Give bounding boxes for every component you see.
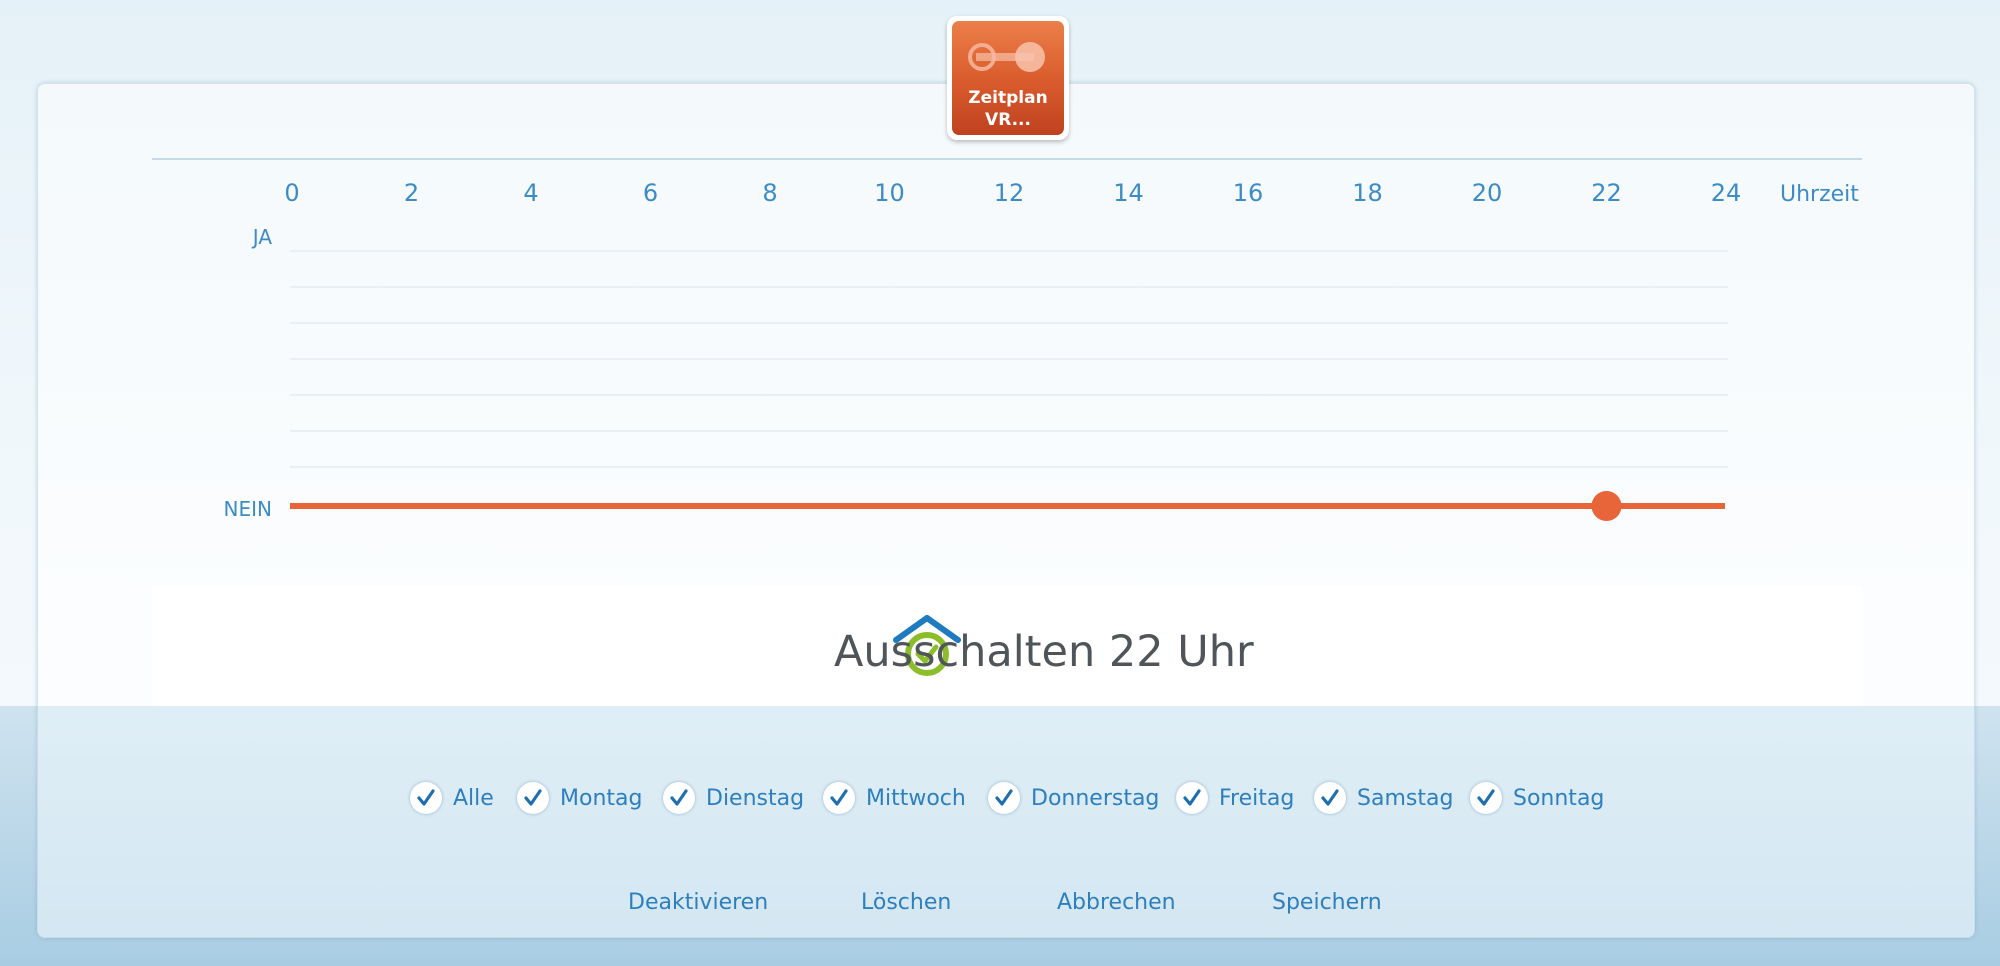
- checkbox-montag[interactable]: Montag: [517, 780, 642, 816]
- checkbox-montag-label: Montag: [560, 785, 643, 811]
- checkbox-samstag-label: Samstag: [1357, 785, 1454, 811]
- summary-text-value: Ausschalten 22 Uhr: [834, 627, 1254, 677]
- schedule-summary: Ausschalten 22 Uhr: [152, 586, 1862, 706]
- checkbox-mittwoch-label: Mittwoch: [866, 785, 966, 811]
- checkbox-sonntag-label: Sonntag: [1513, 785, 1605, 811]
- x-axis-tick-24: 24: [1711, 179, 1742, 207]
- checkbox-dienstag[interactable]: Dienstag: [663, 780, 804, 816]
- checkbox-alle-label: Alle: [453, 785, 494, 811]
- x-axis-tick-20: 20: [1472, 179, 1503, 207]
- deactivate-button[interactable]: Deaktivieren: [628, 890, 768, 915]
- x-axis-tick-2: 2: [404, 179, 419, 207]
- x-axis-tick-6: 6: [643, 179, 658, 207]
- checkmark-icon: [417, 789, 435, 806]
- x-axis-tick-8: 8: [762, 179, 777, 207]
- checkbox-donnerstag-box[interactable]: [988, 782, 1020, 814]
- summary-text: Ausschalten 22 Uhr: [834, 627, 1254, 677]
- checkbox-dienstag-label: Dienstag: [706, 785, 805, 811]
- schedule-point-handle[interactable]: [1591, 491, 1622, 521]
- checkmark-icon: [524, 789, 542, 806]
- checkbox-freitag-label: Freitag: [1219, 785, 1295, 811]
- x-axis-tick-12: 12: [994, 179, 1025, 207]
- checkmark-icon: [995, 789, 1013, 806]
- checkmark-icon: [1321, 789, 1339, 806]
- x-axis-tick-16: 16: [1233, 179, 1264, 207]
- x-axis-tick-0: 0: [284, 179, 299, 207]
- checkbox-donnerstag[interactable]: Donnerstag: [988, 780, 1159, 816]
- checkbox-samstag-box[interactable]: [1314, 782, 1346, 814]
- x-axis-tick-14: 14: [1113, 179, 1144, 207]
- checkbox-alle[interactable]: Alle: [410, 780, 494, 816]
- checkbox-donnerstag-label: Donnerstag: [1031, 785, 1160, 811]
- checkbox-freitag[interactable]: Freitag: [1176, 780, 1294, 816]
- cancel-button[interactable]: Abbrechen: [1057, 890, 1176, 915]
- y-axis-label-nein: NEIN: [224, 497, 272, 521]
- checkmark-icon: [670, 789, 688, 806]
- x-axis-ticks: 0 2 4 6 8 10 12 14 16 18 20 22 24: [284, 179, 1741, 207]
- x-axis-tick-4: 4: [523, 179, 538, 207]
- checkbox-alle-box[interactable]: [410, 782, 442, 814]
- y-axis-label-ja: JA: [251, 225, 273, 249]
- delete-button[interactable]: Löschen: [861, 890, 951, 915]
- checkbox-mittwoch-box[interactable]: [823, 782, 855, 814]
- x-axis-tick-10: 10: [874, 179, 905, 207]
- checkmark-icon: [830, 789, 848, 806]
- x-axis-tick-18: 18: [1352, 179, 1383, 207]
- checkbox-freitag-box[interactable]: [1176, 782, 1208, 814]
- chart-gridlines: [290, 250, 1728, 468]
- checkbox-mittwoch[interactable]: Mittwoch: [823, 780, 966, 816]
- checkbox-dienstag-box[interactable]: [663, 782, 695, 814]
- checkmark-icon: [1477, 789, 1495, 806]
- weekday-selector: Alle Montag Dienstag Mittwoch Donnerstag…: [0, 780, 2000, 820]
- checkbox-samstag[interactable]: Samstag: [1314, 780, 1453, 816]
- schedule-chart[interactable]: 0 2 4 6 8 10 12 14 16 18 20 22 24 Uhrzeit JA NEIN: [0, 0, 2000, 580]
- action-bar: Deaktivieren Löschen Abbrechen Speichern: [0, 890, 2000, 926]
- checkbox-sonntag[interactable]: Sonntag: [1470, 780, 1604, 816]
- x-axis-label: Uhrzeit: [1780, 182, 1859, 207]
- checkmark-icon: [1183, 789, 1201, 806]
- checkbox-sonntag-box[interactable]: [1470, 782, 1502, 814]
- save-button[interactable]: Speichern: [1272, 890, 1382, 915]
- checkbox-montag-box[interactable]: [517, 782, 549, 814]
- x-axis-tick-22: 22: [1591, 179, 1622, 207]
